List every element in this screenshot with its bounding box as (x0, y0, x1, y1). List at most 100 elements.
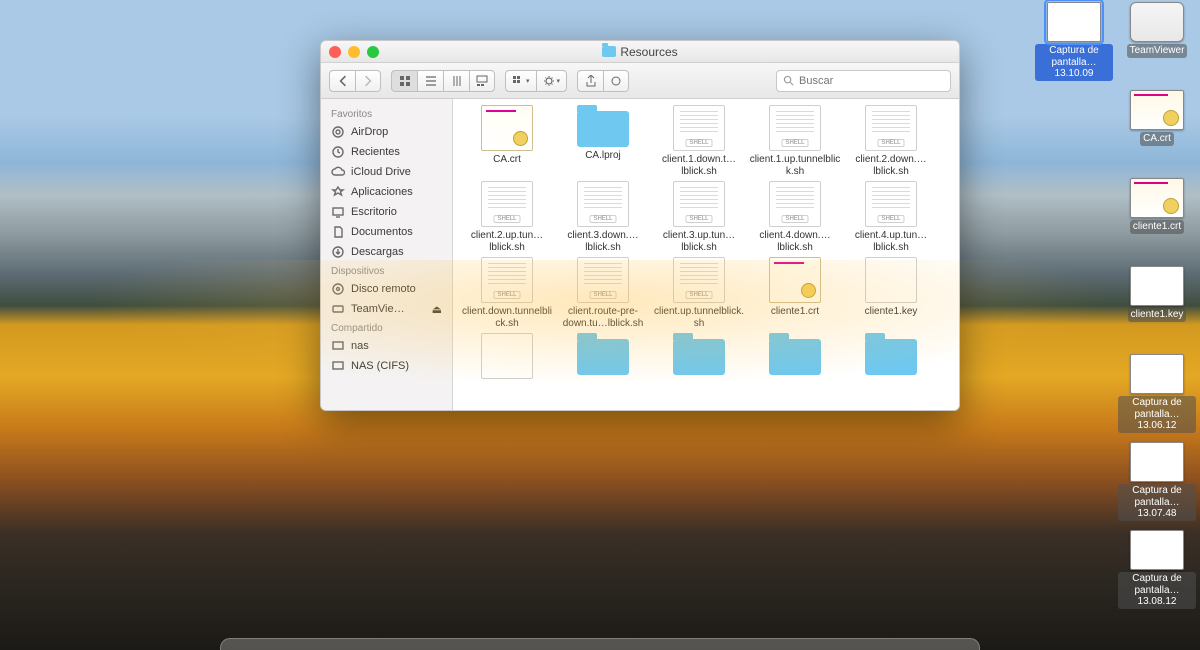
search-field[interactable] (776, 70, 951, 92)
file-item[interactable] (555, 333, 651, 382)
close-button[interactable] (329, 46, 341, 58)
sidebar-header-shared: Compartido (321, 319, 452, 336)
sidebar-item-airdrop[interactable]: AirDrop (321, 122, 452, 142)
back-button[interactable] (329, 70, 355, 92)
sidebar-item-teamviewer[interactable]: TeamVie…⏏ (321, 299, 452, 319)
shell-icon (865, 181, 917, 227)
clock-icon (331, 145, 345, 159)
screenshot-icon (1130, 442, 1184, 482)
desktop-icon (331, 205, 345, 219)
file-item[interactable]: client.1.up.tunnelblick.sh (747, 105, 843, 177)
desktop-icon[interactable]: Captura de pantalla…13.08.12 (1118, 530, 1196, 609)
file-item[interactable] (459, 333, 555, 382)
file-item[interactable]: client.down.tunnelblick.sh (459, 257, 555, 329)
sidebar-item-applications[interactable]: Aplicaciones (321, 182, 452, 202)
cloud-icon (331, 165, 345, 179)
file-item[interactable]: CA.lproj (555, 105, 651, 177)
file-content[interactable]: CA.crtCA.lprojclient.1.down.t…lblick.shc… (453, 99, 959, 410)
desktop-icon[interactable]: cliente1.crt (1118, 178, 1196, 234)
file-name: client.1.down.t…lblick.sh (651, 154, 747, 177)
sidebar-item-nas[interactable]: nas (321, 336, 452, 356)
action-button[interactable]: ▾ (536, 70, 568, 92)
screenshot-icon (1130, 530, 1184, 570)
eject-icon[interactable]: ⏏ (432, 303, 442, 316)
desktop-icon-label: cliente1.key (1128, 308, 1187, 322)
plain-icon (865, 257, 917, 303)
desktop-icon[interactable]: Captura de pantalla…13.10.09 (1035, 2, 1113, 81)
file-name: client.down.tunnelblick.sh (459, 306, 555, 329)
file-item[interactable]: client.3.down.…lblick.sh (555, 181, 651, 253)
gallery-view-button[interactable] (469, 70, 495, 92)
column-view-button[interactable] (443, 70, 469, 92)
file-item[interactable]: client.4.down.…lblick.sh (747, 181, 843, 253)
file-item[interactable]: client.3.up.tun…lblick.sh (651, 181, 747, 253)
search-input[interactable] (799, 75, 944, 87)
cert-icon (1130, 90, 1184, 130)
share-button[interactable] (577, 70, 603, 92)
file-name: CA.crt (459, 154, 555, 166)
file-name: CA.lproj (555, 150, 651, 162)
airdrop-icon (331, 125, 345, 139)
file-name: client.1.up.tunnelblick.sh (747, 154, 843, 177)
desktop-icon[interactable]: CA.crt (1118, 90, 1196, 146)
desktop[interactable]: Captura de pantalla…13.10.09TeamViewer CA… (0, 0, 1200, 650)
minimize-button[interactable] (348, 46, 360, 58)
tags-button[interactable] (603, 70, 629, 92)
sidebar-item-recents[interactable]: Recientes (321, 142, 452, 162)
icon-view-button[interactable] (391, 70, 417, 92)
forward-button[interactable] (355, 70, 381, 92)
file-name: client.3.down.…lblick.sh (555, 230, 651, 253)
cert-icon (1130, 178, 1184, 218)
window-title-text: Resources (620, 45, 677, 59)
view-buttons (391, 70, 495, 92)
file-item[interactable]: CA.crt (459, 105, 555, 177)
desktop-icon[interactable]: cliente1.key (1118, 266, 1196, 322)
plain-icon (481, 333, 533, 379)
shell-icon (577, 181, 629, 227)
file-item[interactable]: client.2.down.…lblick.sh (843, 105, 939, 177)
file-item[interactable]: client.4.up.tun…lblick.sh (843, 181, 939, 253)
traffic-lights (329, 46, 379, 58)
file-name: cliente1.crt (747, 306, 843, 318)
shell-icon (865, 105, 917, 151)
sidebar-item-nas-cifs[interactable]: NAS (CIFS) (321, 356, 452, 376)
file-item[interactable]: client.route-pre-down.tu…lblick.sh (555, 257, 651, 329)
documents-icon (331, 225, 345, 239)
dock[interactable] (220, 638, 980, 650)
file-item[interactable]: client.2.up.tun…lblick.sh (459, 181, 555, 253)
file-item[interactable] (843, 333, 939, 382)
shell-icon (481, 181, 533, 227)
file-name: client.3.up.tun…lblick.sh (651, 230, 747, 253)
zoom-button[interactable] (367, 46, 379, 58)
file-item[interactable]: client.up.tunnelblick.sh (651, 257, 747, 329)
file-item[interactable] (651, 333, 747, 382)
server-icon (331, 359, 345, 373)
cert-icon (481, 105, 533, 151)
file-item[interactable]: cliente1.key (843, 257, 939, 329)
file-item[interactable]: cliente1.crt (747, 257, 843, 329)
finder-window[interactable]: Resources ▾ ▾ (320, 40, 960, 411)
desktop-icon-label: cliente1.crt (1130, 220, 1184, 234)
desktop-icon[interactable]: Captura de pantalla…13.06.12 (1118, 354, 1196, 433)
file-item[interactable] (747, 333, 843, 382)
sidebar-item-icloud[interactable]: iCloud Drive (321, 162, 452, 182)
desktop-icon[interactable]: TeamViewer (1118, 2, 1196, 58)
desktop-icon[interactable]: Captura de pantalla…13.07.48 (1118, 442, 1196, 521)
cert-icon (769, 257, 821, 303)
sidebar-item-documents[interactable]: Documentos (321, 222, 452, 242)
sidebar-item-downloads[interactable]: Descargas (321, 242, 452, 262)
list-view-button[interactable] (417, 70, 443, 92)
server-icon (331, 339, 345, 353)
titlebar[interactable]: Resources (321, 41, 959, 63)
arrange-button[interactable]: ▾ (505, 70, 536, 92)
shell-icon (481, 257, 533, 303)
sidebar-item-remote-disc[interactable]: Disco remoto (321, 279, 452, 299)
shell-icon (769, 105, 821, 151)
file-name: client.4.down.…lblick.sh (747, 230, 843, 253)
sidebar-item-desktop[interactable]: Escritorio (321, 202, 452, 222)
folder-icon (673, 339, 725, 375)
file-item[interactable]: client.1.down.t…lblick.sh (651, 105, 747, 177)
file-name: client.route-pre-down.tu…lblick.sh (555, 306, 651, 329)
sidebar-header-favorites: Favoritos (321, 105, 452, 122)
drive-icon (1130, 2, 1184, 42)
